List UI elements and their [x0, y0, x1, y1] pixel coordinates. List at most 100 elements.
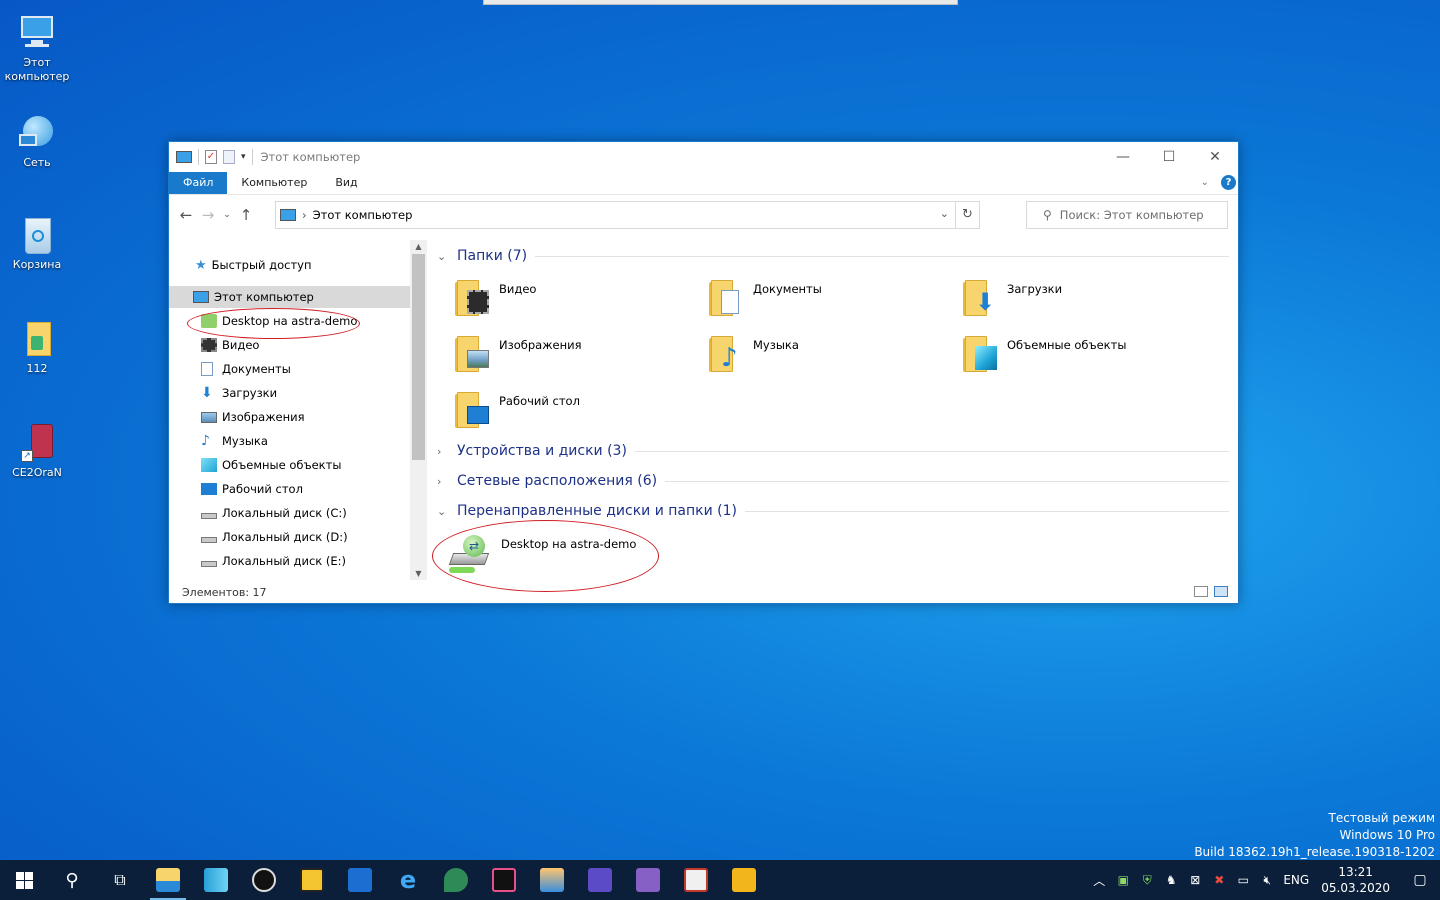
taskbar-visual-studio[interactable] [624, 860, 672, 900]
details-view-icon[interactable] [1194, 586, 1208, 597]
search-input[interactable]: ⚲ Поиск: Этот компьютер [1026, 201, 1228, 229]
taskbar-app-remote[interactable] [528, 860, 576, 900]
taskbar-app-jetbrains[interactable] [480, 860, 528, 900]
desktop-icon-recycle-bin[interactable]: Корзина [0, 214, 74, 272]
nav-quick-access[interactable]: ★ Быстрый доступ [169, 254, 410, 276]
address-dropdown-icon[interactable]: ⌄ [940, 207, 949, 220]
group-title: Перенаправленные диски и папки (1) [457, 503, 737, 519]
scroll-up-icon[interactable]: ▲ [410, 242, 427, 251]
tab-view[interactable]: Вид [321, 172, 371, 194]
forward-arrow-icon[interactable]: → [197, 206, 219, 224]
taskbar-app-buildings[interactable] [192, 860, 240, 900]
folder-tile-downloads[interactable]: ⬇ Загрузки [961, 278, 1201, 328]
maximize-button[interactable]: ☐ [1146, 142, 1192, 171]
scrollbar-thumb[interactable] [412, 254, 425, 460]
taskbar-app-map[interactable] [432, 860, 480, 900]
taskbar-app-circle[interactable] [240, 860, 288, 900]
desktop-icon-label: Этот компьютер [4, 56, 70, 83]
group-redirected[interactable]: ⌄ Перенаправленные диски и папки (1) [437, 503, 1229, 519]
nav-item-drive-c[interactable]: Локальный диск (C:) [169, 502, 410, 524]
taskbar-app-maxthon[interactable] [336, 860, 384, 900]
taskbar-app-floppy[interactable] [576, 860, 624, 900]
taskbar-file-explorer[interactable] [144, 860, 192, 900]
breadcrumb[interactable]: Этот компьютер [313, 208, 413, 222]
refresh-icon[interactable]: ↻ [955, 202, 979, 228]
nav-label: Локальный диск (C:) [222, 506, 347, 520]
close-button[interactable]: ✕ [1192, 142, 1238, 171]
chevron-down-icon: ⌄ [437, 504, 447, 518]
tray-app-icon[interactable]: ✖ [1207, 873, 1231, 887]
title-bar[interactable]: ✓ ▾ Этот компьютер — ☐ ✕ [169, 142, 1238, 172]
nav-item-downloads[interactable]: ⬇ Загрузки [169, 382, 410, 404]
new-folder-icon[interactable] [223, 150, 235, 164]
taskbar-app-tools[interactable] [672, 860, 720, 900]
up-arrow-icon[interactable]: ↑ [235, 206, 257, 224]
notification-center-icon[interactable]: ▢ [1400, 872, 1440, 888]
star-icon: ★ [195, 257, 207, 273]
nav-item-documents[interactable]: Документы [169, 358, 410, 380]
properties-icon[interactable]: ✓ [205, 150, 217, 164]
computer-icon [176, 151, 192, 163]
folder-tile-pictures[interactable]: Изображения [453, 334, 693, 384]
folder-tile-documents[interactable]: Документы [707, 278, 947, 328]
folder-tile-music[interactable]: ♪ Музыка [707, 334, 947, 384]
nav-label: Этот компьютер [214, 290, 314, 304]
large-icons-view-icon[interactable] [1214, 586, 1228, 597]
nav-item-desktop-astra[interactable]: Desktop на astra-demo [169, 310, 410, 332]
nav-item-desktop[interactable]: Рабочий стол [169, 478, 410, 500]
chevron-down-icon: ⌄ [437, 249, 447, 263]
nav-item-drive-e[interactable]: Локальный диск (E:) [169, 550, 410, 572]
nav-this-pc[interactable]: Этот компьютер [169, 286, 410, 308]
desktop-icon-112[interactable]: 112 [0, 318, 74, 376]
tab-file[interactable]: Файл [169, 172, 228, 194]
nav-item-drive-d[interactable]: Локальный диск (D:) [169, 526, 410, 548]
tab-computer[interactable]: Компьютер [227, 172, 321, 194]
clock[interactable]: 13:21 05.03.2020 [1321, 864, 1390, 896]
folder-tile-3d-objects[interactable]: Объемные объекты [961, 334, 1201, 384]
breadcrumb-separator-icon[interactable]: › [302, 208, 307, 222]
back-arrow-icon[interactable]: ← [175, 206, 197, 224]
customize-toolbar-icon[interactable]: ▾ [241, 152, 246, 162]
start-button[interactable] [0, 860, 48, 900]
group-divider [744, 510, 1229, 512]
address-bar[interactable]: › Этот компьютер ⌄ ↻ [275, 201, 980, 229]
minimize-button[interactable]: — [1100, 142, 1146, 171]
scroll-down-icon[interactable]: ▼ [410, 569, 427, 578]
nav-item-music[interactable]: ♪ Музыка [169, 430, 410, 452]
shield-icon[interactable]: ⛨ [1135, 873, 1159, 888]
floppy-disk-icon [588, 868, 612, 892]
network-icon[interactable]: ▭ [1231, 873, 1255, 887]
taskbar-app-runner[interactable] [720, 860, 768, 900]
tray-app-icon[interactable]: ⊠ [1183, 873, 1207, 887]
tray-app-icon[interactable]: ♞ [1159, 873, 1183, 887]
language-indicator[interactable]: ENG [1279, 873, 1313, 887]
taskbar-app-batman[interactable] [288, 860, 336, 900]
volume-muted-icon[interactable]: 🔇︎ [1255, 873, 1279, 888]
folder-tile-video[interactable]: Видео [453, 278, 693, 328]
nav-scrollbar[interactable]: ▲ ▼ [410, 240, 427, 580]
group-devices[interactable]: › Устройства и диски (3) [437, 443, 1229, 459]
group-folders[interactable]: ⌄ Папки (7) [437, 248, 1229, 264]
search-button[interactable]: ⚲ [48, 860, 96, 900]
show-hidden-icons-icon[interactable]: ︿ [1087, 872, 1111, 889]
help-icon[interactable]: ? [1221, 175, 1236, 190]
desktop-icon-ce2oran[interactable]: ↗ CE2OraN [0, 422, 74, 480]
recent-locations-icon[interactable]: ⌄ [219, 210, 235, 220]
desktop-icon-this-pc[interactable]: Этот компьютер [0, 12, 74, 84]
group-divider [535, 255, 1229, 257]
taskbar: ⚲ ⧉ e ︿ ▣ ⛨ ♞ ⊠ ✖ ▭ 🔇︎ ENG 13:21 05.03.2… [0, 860, 1440, 900]
redirected-drive-tile[interactable]: ⇄ Desktop на astra-demo [448, 533, 689, 583]
expand-ribbon-icon[interactable]: ⌄ [1201, 177, 1209, 188]
documents-folder-icon [707, 278, 745, 320]
desktop-icon-network[interactable]: Сеть [0, 112, 74, 170]
task-view-button[interactable]: ⧉ [96, 860, 144, 900]
group-divider [665, 480, 1229, 482]
3d-objects-folder-icon [961, 334, 999, 376]
group-network[interactable]: › Сетевые расположения (6) [437, 473, 1229, 489]
nav-item-pictures[interactable]: Изображения [169, 406, 410, 428]
nav-item-video[interactable]: Видео [169, 334, 410, 356]
nav-item-3d-objects[interactable]: Объемные объекты [169, 454, 410, 476]
tray-app-icon[interactable]: ▣ [1111, 873, 1135, 887]
folder-tile-desktop[interactable]: Рабочий стол [453, 390, 693, 440]
taskbar-internet-explorer[interactable]: e [384, 860, 432, 900]
